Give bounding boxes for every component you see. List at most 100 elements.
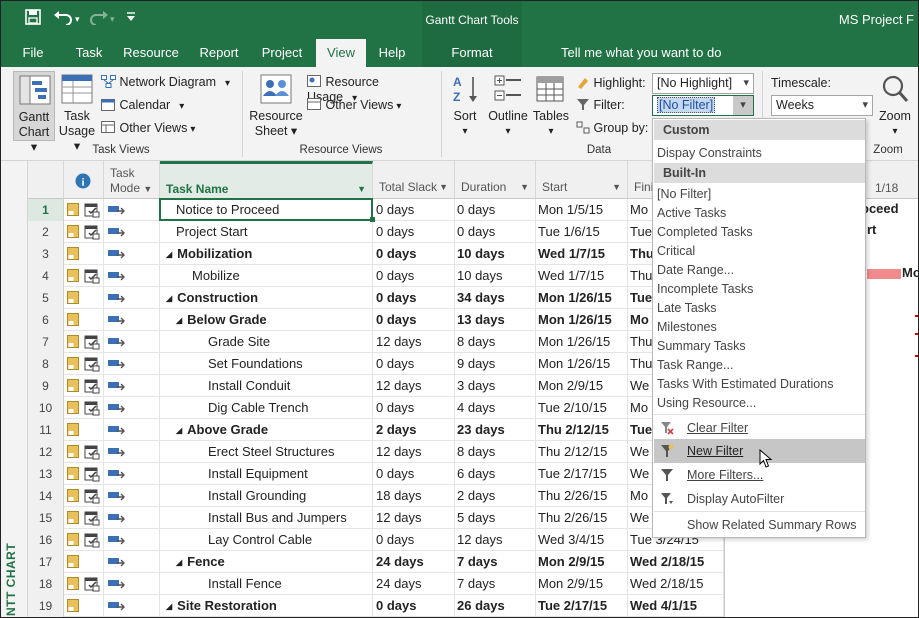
duration-cell[interactable]: 13 days (455, 309, 536, 331)
tab-help[interactable]: Help (369, 39, 415, 67)
task-name-cell[interactable]: Mobilize (160, 265, 373, 287)
duration-cell[interactable]: 8 days (455, 441, 536, 463)
task-name-cell[interactable]: Dig Cable Trench (160, 397, 373, 419)
sort-button[interactable]: AZ Sort ▾ (447, 71, 483, 141)
task-name-cell[interactable]: ◢ Mobilization (160, 243, 373, 265)
network-diagram-button[interactable]: Network Diagram ▾ (101, 75, 235, 91)
start-cell[interactable]: Tue 2/17/15 (536, 595, 628, 617)
collapse-toggle-icon[interactable]: ◢ (166, 602, 172, 611)
total-slack-cell[interactable]: 24 days (373, 573, 455, 595)
start-cell[interactable]: Wed 1/7/15 (536, 243, 628, 265)
undo-icon[interactable] (53, 9, 73, 30)
row-number[interactable]: 15 (28, 507, 64, 529)
select-all-corner[interactable] (28, 161, 64, 199)
table-row[interactable]: 1 Notice to Proceed 0 days 0 days Mon 1/5/15… (28, 199, 724, 221)
duration-cell[interactable]: 0 days (455, 221, 536, 243)
task-usage-button[interactable]: Task Usage ▾ (57, 71, 97, 153)
duration-cell[interactable]: 9 days (455, 353, 536, 375)
row-number[interactable]: 10 (28, 397, 64, 419)
table-row[interactable]: 19 ◢ Site Restoration 0 days 26 days Tue 2/17… (28, 595, 724, 617)
filter-item-milestones[interactable]: Milestones (657, 319, 717, 335)
task-name-cell[interactable]: Project Start (160, 221, 373, 243)
duration-cell[interactable]: 6 days (455, 463, 536, 485)
duration-cell[interactable]: 4 days (455, 397, 536, 419)
tab-project[interactable]: Project (253, 39, 311, 67)
resource-other-views-button[interactable]: Other Views ▾ (307, 98, 407, 114)
resource-sheet-button[interactable]: Resource Sheet ▾ (249, 71, 303, 141)
row-number[interactable]: 11 (28, 419, 64, 441)
filter-item-using-resource[interactable]: Using Resource... (657, 395, 756, 411)
outline-button[interactable]: Outline ▾ (487, 71, 529, 141)
task-mode-column-header[interactable]: Task Mode ▼ (104, 161, 160, 199)
start-cell[interactable]: Thu 2/12/15 (536, 441, 628, 463)
filter-item-display-constraints[interactable]: Dispay Constraints (657, 145, 762, 161)
total-slack-cell[interactable]: 0 days (373, 221, 455, 243)
task-name-cell[interactable]: ◢ Site Restoration (160, 595, 373, 617)
task-name-cell[interactable]: Install Conduit (160, 375, 373, 397)
total-slack-cell[interactable]: 18 days (373, 485, 455, 507)
table-row[interactable]: 16 Lay Control Cable 0 days 12 days Wed 3/4/… (28, 529, 724, 551)
collapse-toggle-icon[interactable]: ◢ (176, 316, 182, 325)
table-row[interactable]: 8 Set Foundations 0 days 9 days Mon 1/26/15 T… (28, 353, 724, 375)
start-column-header[interactable]: Start ▼ (536, 161, 628, 199)
total-slack-cell[interactable]: 12 days (373, 441, 455, 463)
filter-item-incomplete-tasks[interactable]: Incomplete Tasks (657, 281, 753, 297)
filter-dropdown[interactable]: [No Filter] ▾ (652, 95, 754, 116)
task-name-cell[interactable]: Install Equipment (160, 463, 373, 485)
filter-item-critical[interactable]: Critical (657, 243, 695, 259)
total-slack-cell[interactable]: 2 days (373, 419, 455, 441)
task-name-cell[interactable]: ◢ Fence (160, 551, 373, 573)
start-cell[interactable]: Mon 1/26/15 (536, 309, 628, 331)
row-number[interactable]: 13 (28, 463, 64, 485)
column-filter-arrow-icon[interactable]: ▼ (520, 180, 529, 195)
row-number[interactable]: 8 (28, 353, 64, 375)
calendar-button[interactable]: Calendar ▾ (101, 98, 201, 114)
row-number[interactable]: 4 (28, 265, 64, 287)
finish-cell[interactable]: Wed 4/1/15 (628, 595, 724, 617)
timescale-dropdown[interactable]: Weeks ▾ (771, 95, 873, 116)
row-number[interactable]: 9 (28, 375, 64, 397)
filter-item-no-filter[interactable]: [No Filter] (657, 186, 711, 202)
task-name-cell[interactable]: Lay Control Cable (160, 529, 373, 551)
table-row[interactable]: 7 Grade Site 12 days 8 days Mon 1/26/15 Thu (28, 331, 724, 353)
gantt-chart-button[interactable]: Gantt Chart ▾ (13, 71, 55, 154)
total-slack-cell[interactable]: 0 days (373, 397, 455, 419)
row-number[interactable]: 2 (28, 221, 64, 243)
task-name-cell[interactable]: ◢ Above Grade (160, 419, 373, 441)
total-slack-cell[interactable]: 0 days (373, 199, 455, 221)
save-icon[interactable] (25, 9, 41, 30)
clear-filter-item[interactable]: Clear Filter (654, 417, 865, 439)
filter-item-active-tasks[interactable]: Active Tasks (657, 205, 726, 221)
filter-item-date-range[interactable]: Date Range... (657, 262, 734, 278)
duration-cell[interactable]: 23 days (455, 419, 536, 441)
duration-column-header[interactable]: Duration ▼ (455, 161, 536, 199)
start-cell[interactable]: Tue 2/17/15 (536, 463, 628, 485)
collapse-toggle-icon[interactable]: ◢ (166, 294, 172, 303)
table-row[interactable]: 5 ◢ Construction 0 days 34 days Mon 1/26/15 Tu… (28, 287, 724, 309)
table-row[interactable]: 12 Erect Steel Structures 12 days 8 days Thu… (28, 441, 724, 463)
undo-dropdown-icon[interactable]: ▾ (75, 9, 80, 29)
row-number[interactable]: 6 (28, 309, 64, 331)
start-cell[interactable]: Thu 2/12/15 (536, 419, 628, 441)
table-row[interactable]: 10 Dig Cable Trench 0 days 4 days Tue 2/10/1… (28, 397, 724, 419)
tab-file[interactable]: File (11, 39, 55, 67)
task-name-cell[interactable]: Install Bus and Jumpers (160, 507, 373, 529)
task-name-cell[interactable]: ◢ Construction (160, 287, 373, 309)
collapse-toggle-icon[interactable]: ◢ (166, 250, 172, 259)
total-slack-cell[interactable]: 0 days (373, 309, 455, 331)
info-column-header[interactable]: i (64, 161, 104, 199)
task-name-cell[interactable]: Grade Site (160, 331, 373, 353)
start-cell[interactable]: Wed 1/7/15 (536, 265, 628, 287)
start-cell[interactable]: Tue 1/6/15 (536, 221, 628, 243)
tab-format[interactable]: Format (422, 39, 522, 67)
row-number[interactable]: 3 (28, 243, 64, 265)
task-name-column-header[interactable]: Task Name ▼ (160, 161, 373, 199)
display-autofilter-item[interactable]: Display AutoFilter (654, 487, 865, 511)
duration-cell[interactable]: 3 days (455, 375, 536, 397)
row-number[interactable]: 1 (28, 199, 64, 221)
duration-cell[interactable]: 5 days (455, 507, 536, 529)
row-number[interactable]: 16 (28, 529, 64, 551)
tab-report[interactable]: Report (191, 39, 247, 67)
filter-item-estimated-durations[interactable]: Tasks With Estimated Durations (657, 376, 833, 392)
finish-cell[interactable]: Wed 2/18/15 (628, 551, 724, 573)
